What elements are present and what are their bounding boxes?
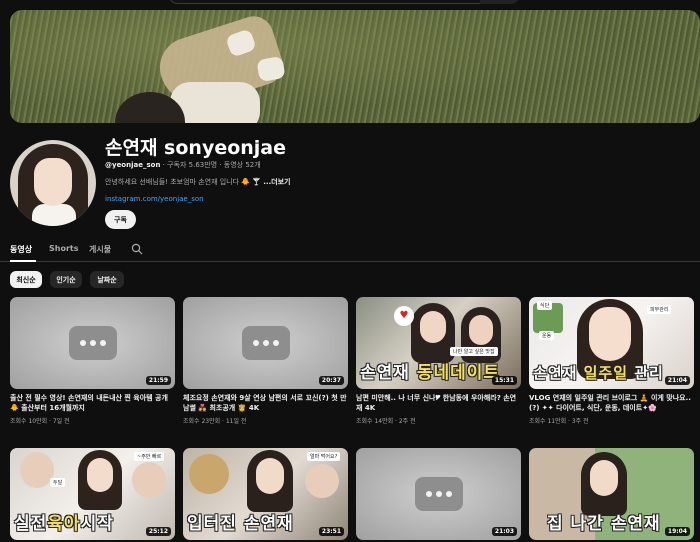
video-duration: 19:04 bbox=[664, 527, 690, 536]
video-title[interactable]: VLOG 연재의 일주일 관리 브이로그 🧘 이게 맞나요..(?) ✦✦ 다이… bbox=[529, 393, 694, 413]
channel-link[interactable]: instagram.com/yeonjae_son bbox=[105, 195, 204, 203]
tab-posts[interactable]: 게시물 bbox=[89, 244, 111, 255]
thumbnail-caption: 손연재 동네데이트 bbox=[360, 363, 501, 383]
thumbnail-tag: ~주만 빠르 bbox=[134, 452, 165, 461]
video-title[interactable]: 체조요정 손연재와 9살 연상 남편의 서로 꼬신(?) 첫 만남썰 👩‍❤️‍… bbox=[183, 393, 348, 413]
thumbnail-placeholder-icon bbox=[414, 477, 463, 511]
video-card[interactable]: 21:03 bbox=[356, 448, 521, 540]
video-thumbnail[interactable]: 집 나간 손연재 19:04 bbox=[529, 448, 694, 540]
chip-latest[interactable]: 최신순 bbox=[10, 271, 42, 288]
thumbnail-tag: 피부관리 bbox=[647, 305, 672, 314]
video-duration: 20:37 bbox=[318, 376, 344, 385]
channel-stats: · 구독자 5.63만명 · 동영상 52개 bbox=[160, 161, 261, 169]
thumbnail-caption: 실전육아시작 bbox=[14, 514, 114, 534]
thumbnail-tag: 운동 bbox=[539, 331, 555, 340]
video-thumbnail[interactable]: ♥ 나만 알고 싶은 맛집 손연재 동네데이트 15:31 bbox=[356, 297, 521, 389]
video-thumbnail[interactable]: 20:37 bbox=[183, 297, 348, 389]
channel-description[interactable]: 안녕하세요 선배님들! 초보엄마 손연재 입니다 🐥 🍸 ...더보기 bbox=[105, 177, 291, 187]
thumbnail-placeholder-icon bbox=[68, 326, 117, 360]
thumbnail-placeholder-icon bbox=[241, 326, 290, 360]
video-meta: 조회수 10만회 · 7일 전 bbox=[10, 418, 70, 425]
chip-popular[interactable]: 인기순 bbox=[50, 271, 82, 288]
channel-handle: @yeonjae_son bbox=[105, 161, 161, 169]
video-meta: 조회수 14만회 · 2주 전 bbox=[356, 418, 416, 425]
video-thumbnail[interactable]: 21:59 bbox=[10, 297, 175, 389]
video-duration: 21:59 bbox=[145, 376, 171, 385]
video-meta: 조회수 23만회 · 11일 전 bbox=[183, 418, 247, 425]
search-bar-edge[interactable] bbox=[168, 0, 520, 4]
thumbnail-tag: 나만 알고 싶은 맛집 bbox=[450, 347, 498, 356]
video-card[interactable]: ♥ 나만 알고 싶은 맛집 손연재 동네데이트 15:31 남편 미안해.. 나… bbox=[356, 297, 521, 425]
thumbnail-caption: 손연재 일주일 관리 bbox=[533, 364, 664, 382]
video-card[interactable]: 20:37 체조요정 손연재와 9살 연상 남편의 서로 꼬신(?) 첫 만남썰… bbox=[183, 297, 348, 425]
video-duration: 21:03 bbox=[491, 527, 517, 536]
channel-meta: @yeonjae_son · 구독자 5.63만명 · 동영상 52개 bbox=[105, 160, 261, 170]
channel-name: 손연재 sonyeonjae bbox=[105, 137, 287, 159]
video-card[interactable]: 21:59 출산 전 필수 영상! 손연재의 내돈내산 찐 육아템 공개 🐥 출… bbox=[10, 297, 175, 425]
tab-videos[interactable]: 동영상 bbox=[10, 244, 32, 255]
video-duration: 21:04 bbox=[664, 376, 690, 385]
video-card[interactable]: 얼마 먹어요? 입터진 손연재 23:51 bbox=[183, 448, 348, 540]
tab-shorts[interactable]: Shorts bbox=[49, 244, 78, 253]
channel-banner bbox=[10, 10, 700, 123]
video-thumbnail[interactable]: 21:03 bbox=[356, 448, 521, 540]
search-icon[interactable] bbox=[131, 243, 143, 255]
video-duration: 15:31 bbox=[491, 376, 517, 385]
thumbnail-tag: 두달 bbox=[50, 478, 66, 487]
subscribe-button[interactable]: 구독 bbox=[105, 210, 136, 229]
thumbnail-tag: 식단 bbox=[537, 301, 553, 310]
video-title[interactable]: 출산 전 필수 영상! 손연재의 내돈내산 찐 육아템 공개 🐥 출산부터 16… bbox=[10, 393, 175, 413]
video-meta: 조회수 11만회 · 3주 전 bbox=[529, 418, 589, 425]
search-button-edge[interactable] bbox=[480, 0, 520, 4]
more-link[interactable]: ...더보기 bbox=[263, 178, 290, 186]
video-card[interactable]: 집 나간 손연재 19:04 bbox=[529, 448, 694, 540]
thumbnail-caption: 집 나간 손연재 bbox=[547, 514, 661, 534]
video-title[interactable]: 남편 미안해.. 나 너무 신나🎔 한남동에 우아해라? 손연재 4K bbox=[356, 393, 521, 413]
video-duration: 25:12 bbox=[145, 527, 171, 536]
video-card[interactable]: 피부관리 식단 운동 손연재 일주일 관리 21:04 VLOG 연재의 일주일… bbox=[529, 297, 694, 425]
thumbnail-caption: 입터진 손연재 bbox=[187, 514, 294, 534]
video-card[interactable]: ~주만 빠르 두달 실전육아시작 25:12 bbox=[10, 448, 175, 540]
video-thumbnail[interactable]: 피부관리 식단 운동 손연재 일주일 관리 21:04 bbox=[529, 297, 694, 389]
video-thumbnail[interactable]: ~주만 빠르 두달 실전육아시작 25:12 bbox=[10, 448, 175, 540]
video-duration: 23:51 bbox=[318, 527, 344, 536]
chip-oldest[interactable]: 날짜순 bbox=[90, 271, 124, 288]
active-tab-indicator bbox=[10, 260, 36, 262]
thumbnail-tag: 얼마 먹어요? bbox=[307, 452, 341, 461]
video-thumbnail[interactable]: 얼마 먹어요? 입터진 손연재 23:51 bbox=[183, 448, 348, 540]
description-text: 안녕하세요 선배님들! 초보엄마 손연재 입니다 🐥 🍸 bbox=[105, 178, 264, 186]
channel-avatar[interactable] bbox=[10, 140, 96, 226]
channel-tabs: 동영상 Shorts 게시물 bbox=[0, 240, 700, 262]
